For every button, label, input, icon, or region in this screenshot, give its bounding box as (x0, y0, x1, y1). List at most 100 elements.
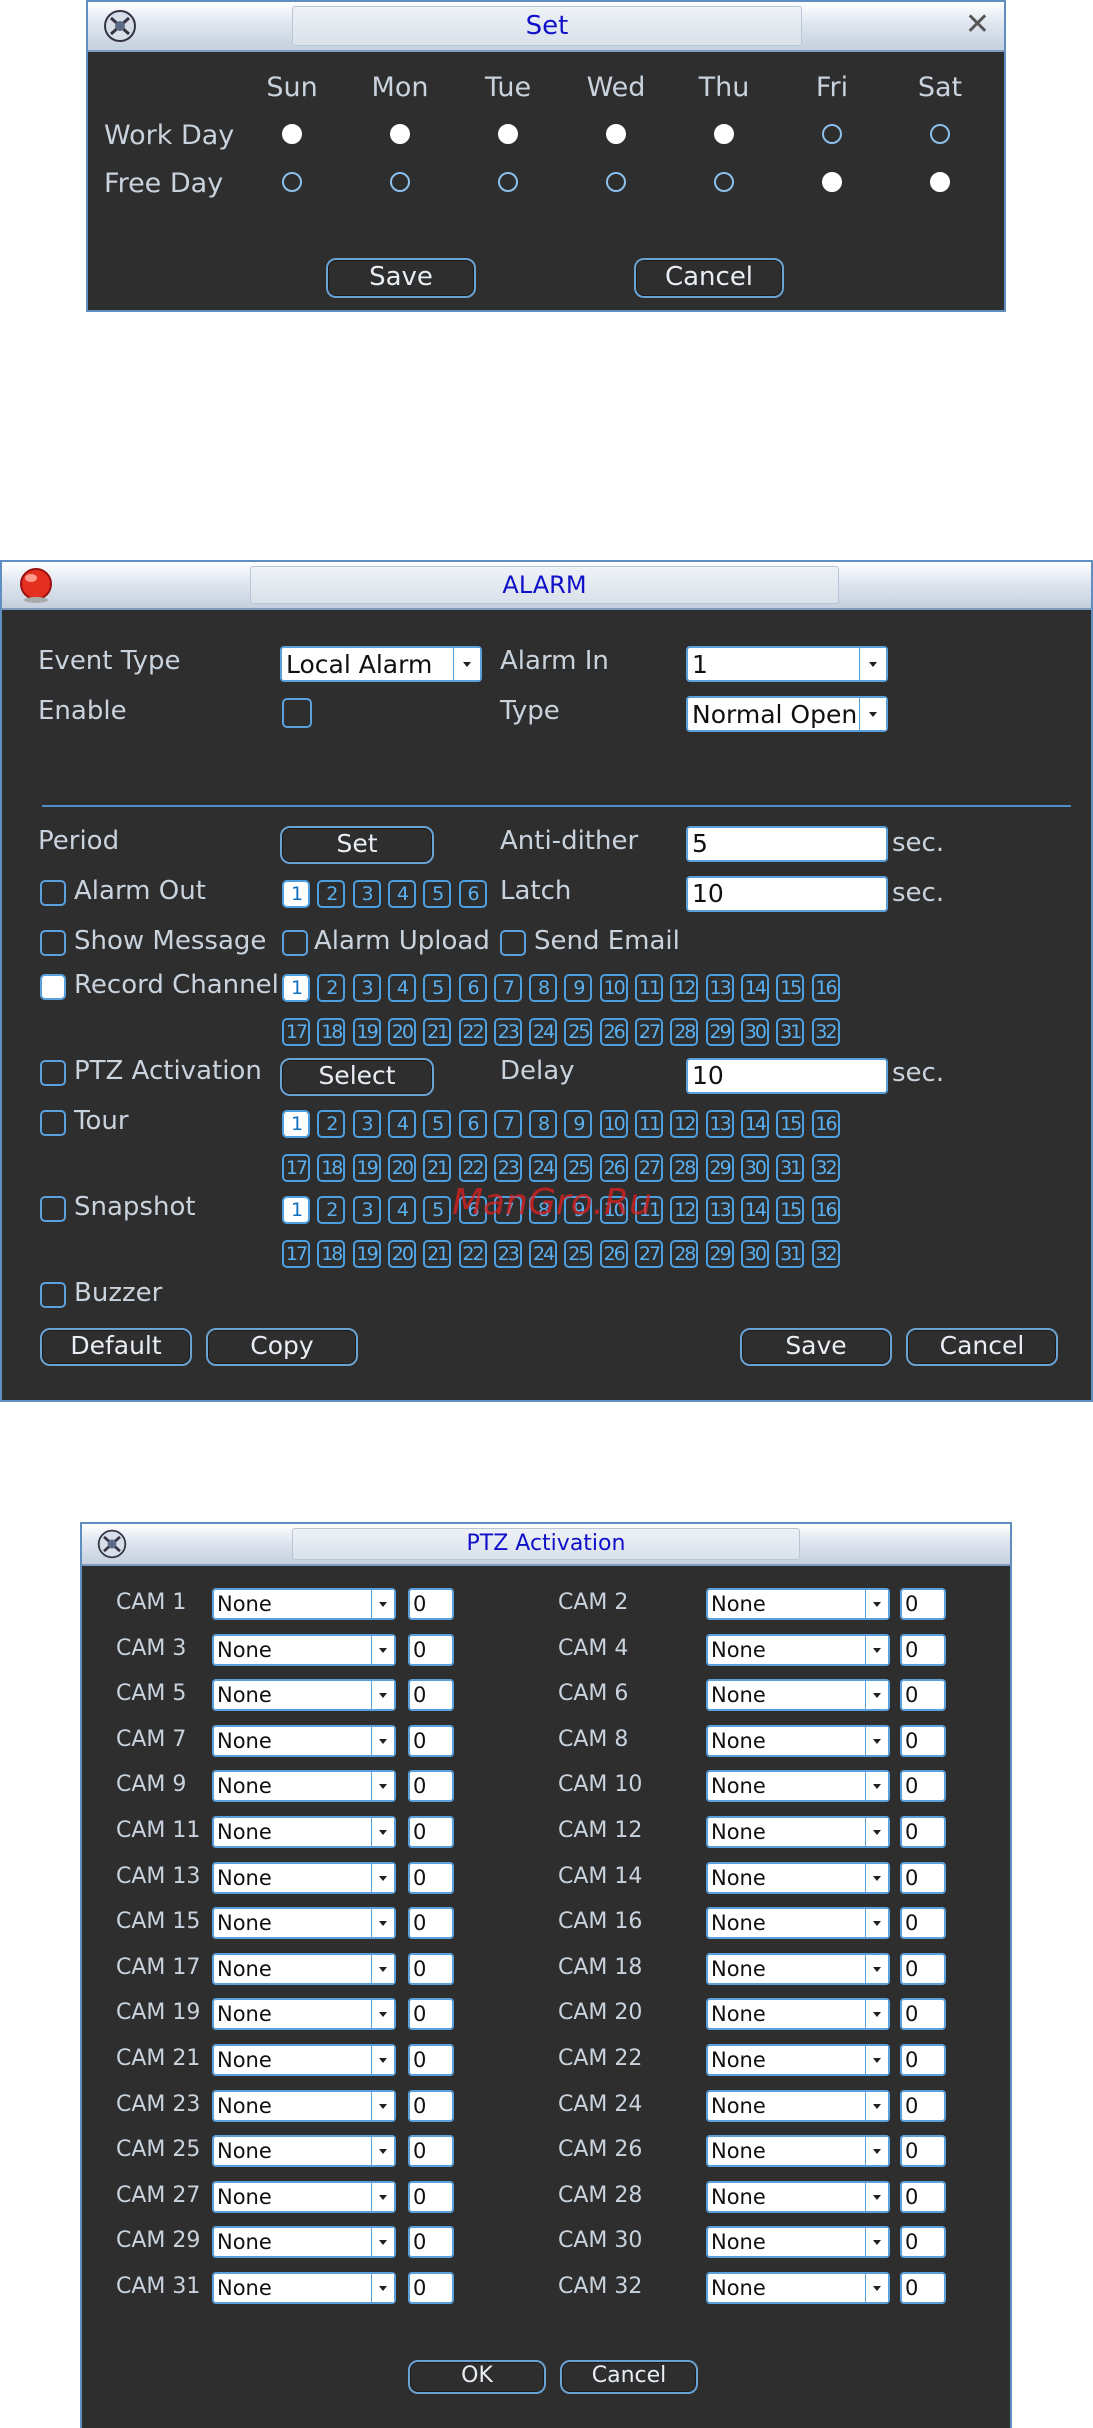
cam-32-value-input[interactable]: 0 (900, 2272, 946, 2304)
record-channel-9[interactable]: 9 (564, 974, 593, 1002)
record-channel-7[interactable]: 7 (493, 974, 522, 1002)
record-channel-31[interactable]: 31 (776, 1018, 805, 1046)
cam-20-value-input[interactable]: 0 (900, 1998, 946, 2031)
cam-8-mode-select[interactable]: None (706, 1724, 890, 1757)
tour-channel-29[interactable]: 29 (705, 1154, 734, 1182)
tour-channel-30[interactable]: 30 (740, 1154, 769, 1182)
cam-3-value-input[interactable]: 0 (408, 1633, 454, 1666)
tour-channel-21[interactable]: 21 (423, 1154, 452, 1182)
cam-22-mode-select[interactable]: None (706, 2044, 890, 2076)
cam-31-mode-select[interactable]: None (212, 2272, 396, 2304)
record-channel-19[interactable]: 19 (352, 1018, 381, 1046)
chevron-down-icon[interactable] (865, 2091, 888, 2120)
record-channel-3[interactable]: 3 (352, 974, 381, 1002)
cam-19-value-input[interactable]: 0 (408, 1998, 454, 2031)
snapshot-channel-20[interactable]: 20 (387, 1240, 416, 1268)
chevron-down-icon[interactable] (453, 648, 480, 680)
cam-11-value-input[interactable]: 0 (408, 1816, 454, 1848)
snapshot-channel-29[interactable]: 29 (705, 1240, 734, 1268)
alarm-out-channel-2[interactable]: 2 (317, 880, 346, 908)
tour-channel-10[interactable]: 10 (599, 1110, 628, 1138)
cam-24-mode-select[interactable]: None (706, 2089, 890, 2122)
event-type-select[interactable]: Local Alarm (280, 646, 482, 682)
cam-28-mode-select[interactable]: None (706, 2180, 890, 2213)
radio-free-day-sun[interactable] (282, 172, 302, 192)
tour-channel-8[interactable]: 8 (529, 1110, 558, 1138)
ptz-activation-checkbox[interactable] (40, 1060, 66, 1086)
tour-checkbox[interactable] (40, 1110, 66, 1136)
cam-13-mode-select[interactable]: None (212, 1861, 396, 1894)
cam-13-value-input[interactable]: 0 (408, 1861, 454, 1894)
chevron-down-icon[interactable] (865, 1909, 888, 1938)
radio-work-day-sat[interactable] (930, 124, 950, 144)
cam-27-mode-select[interactable]: None (212, 2180, 396, 2213)
radio-free-day-sat[interactable] (930, 172, 950, 192)
record-channel-6[interactable]: 6 (458, 974, 487, 1002)
cam-10-value-input[interactable]: 0 (900, 1770, 946, 1803)
cam-29-value-input[interactable]: 0 (408, 2226, 454, 2259)
tour-channel-6[interactable]: 6 (458, 1110, 487, 1138)
cam-4-value-input[interactable]: 0 (900, 1633, 946, 1666)
tour-channel-25[interactable]: 25 (564, 1154, 593, 1182)
radio-free-day-mon[interactable] (390, 172, 410, 192)
chevron-down-icon[interactable] (371, 1590, 394, 1618)
chevron-down-icon[interactable] (371, 1909, 394, 1938)
cam-30-value-input[interactable]: 0 (900, 2226, 946, 2259)
chevron-down-icon[interactable] (371, 1726, 394, 1755)
record-channel-24[interactable]: 24 (529, 1018, 558, 1046)
tour-channel-32[interactable]: 32 (811, 1154, 840, 1182)
cam-30-mode-select[interactable]: None (706, 2226, 890, 2259)
cam-5-mode-select[interactable]: None (212, 1679, 396, 1712)
alarm-out-channel-4[interactable]: 4 (387, 880, 416, 908)
tour-channel-26[interactable]: 26 (599, 1154, 628, 1182)
radio-free-day-tue[interactable] (498, 172, 518, 192)
send-email-checkbox[interactable] (500, 930, 526, 956)
chevron-down-icon[interactable] (865, 2046, 888, 2074)
cam-16-mode-select[interactable]: None (706, 1907, 890, 1940)
record-channel-27[interactable]: 27 (635, 1018, 663, 1046)
cam-12-value-input[interactable]: 0 (900, 1816, 946, 1848)
cam-14-value-input[interactable]: 0 (900, 1861, 946, 1894)
alarm-in-select[interactable]: 1 (686, 646, 888, 682)
record-channel-2[interactable]: 2 (317, 974, 346, 1002)
snapshot-checkbox[interactable] (40, 1196, 66, 1222)
cam-6-mode-select[interactable]: None (706, 1679, 890, 1712)
chevron-down-icon[interactable] (371, 2274, 394, 2302)
delay-input[interactable]: 10 (686, 1058, 888, 1094)
cam-3-mode-select[interactable]: None (212, 1633, 396, 1666)
buzzer-checkbox[interactable] (40, 1282, 66, 1308)
cam-7-value-input[interactable]: 0 (408, 1724, 454, 1757)
record-channel-checkbox[interactable] (40, 974, 66, 1000)
cam-7-mode-select[interactable]: None (212, 1724, 396, 1757)
chevron-down-icon[interactable] (371, 2228, 394, 2257)
snapshot-channel-26[interactable]: 26 (599, 1240, 628, 1268)
snapshot-channel-13[interactable]: 13 (705, 1196, 734, 1224)
radio-free-day-wed[interactable] (606, 172, 626, 192)
tour-channel-5[interactable]: 5 (423, 1110, 452, 1138)
period-set-button[interactable]: Set (280, 826, 434, 864)
ptz-ok-button[interactable]: OK (408, 2360, 546, 2394)
cam-16-value-input[interactable]: 0 (900, 1907, 946, 1940)
tour-channel-27[interactable]: 27 (635, 1154, 663, 1182)
chevron-down-icon[interactable] (859, 698, 886, 730)
snapshot-channel-12[interactable]: 12 (670, 1196, 699, 1224)
tour-channel-9[interactable]: 9 (564, 1110, 593, 1138)
latch-input[interactable]: 10 (686, 876, 888, 912)
chevron-down-icon[interactable] (865, 1726, 888, 1755)
snapshot-channel-23[interactable]: 23 (493, 1240, 522, 1268)
chevron-down-icon[interactable] (865, 2137, 888, 2166)
radio-free-day-fri[interactable] (822, 172, 842, 192)
snapshot-channel-2[interactable]: 2 (317, 1196, 346, 1224)
snapshot-channel-25[interactable]: 25 (564, 1240, 593, 1268)
chevron-down-icon[interactable] (371, 2000, 394, 2029)
tour-channel-4[interactable]: 4 (387, 1110, 416, 1138)
chevron-down-icon[interactable] (865, 1590, 888, 1618)
chevron-down-icon[interactable] (371, 1635, 394, 1664)
cam-4-mode-select[interactable]: None (706, 1633, 890, 1666)
chevron-down-icon[interactable] (865, 2000, 888, 2029)
cam-10-mode-select[interactable]: None (706, 1770, 890, 1803)
chevron-down-icon[interactable] (865, 1681, 888, 1710)
cam-9-mode-select[interactable]: None (212, 1770, 396, 1803)
snapshot-channel-3[interactable]: 3 (352, 1196, 381, 1224)
tour-channel-20[interactable]: 20 (387, 1154, 416, 1182)
